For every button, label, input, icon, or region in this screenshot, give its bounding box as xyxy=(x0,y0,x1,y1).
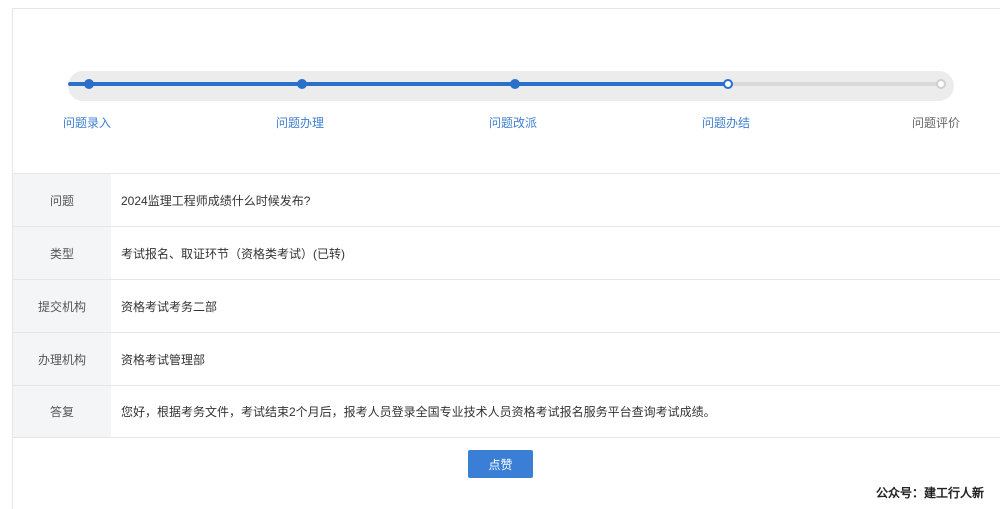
row-value-type: 考试报名、取证环节（资格类考试）(已转) xyxy=(121,246,345,261)
table-row: 办理机构 资格考试管理部 xyxy=(13,332,1000,385)
row-value-handler: 资格考试管理部 xyxy=(121,352,206,367)
step-label-handling: 问题办理 xyxy=(275,116,325,130)
progress-remaining xyxy=(731,82,944,86)
step-label-entry: 问题录入 xyxy=(62,116,112,130)
watermark-text: 公众号：建工行人新 xyxy=(876,486,985,500)
row-key-submitter: 提交机构 xyxy=(13,280,111,332)
question-detail-panel: 问题录入 问题办理 问题改派 问题办结 问题评价 问题 2024监理工程师成绩什… xyxy=(12,8,1000,509)
step-dot-handling xyxy=(297,79,307,89)
table-row: 问题 2024监理工程师成绩什么时候发布? xyxy=(13,173,1000,226)
step-dot-closed xyxy=(723,79,733,89)
step-label-closed: 问题办结 xyxy=(701,116,751,130)
like-button[interactable]: 点赞 xyxy=(468,450,533,478)
row-value-reply: 您好，根据考务文件，考试结束2个月后，报考人员登录全国专业技术人员资格考试报名服… xyxy=(121,405,716,419)
step-dot-evaluation xyxy=(936,79,946,89)
detail-table: 问题 2024监理工程师成绩什么时候发布? 类型 考试报名、取证环节（资格类考试… xyxy=(13,173,1000,438)
row-key-type: 类型 xyxy=(13,227,111,279)
table-row: 提交机构 资格考试考务二部 xyxy=(13,279,1000,332)
step-label-reassign: 问题改派 xyxy=(488,116,538,130)
row-key-question: 问题 xyxy=(13,174,111,226)
progress-fill xyxy=(68,82,731,86)
table-row: 答复 您好，根据考务文件，考试结束2个月后，报考人员登录全国专业技术人员资格考试… xyxy=(13,385,1000,438)
row-key-handler: 办理机构 xyxy=(13,333,111,385)
row-value-question: 2024监理工程师成绩什么时候发布? xyxy=(121,193,311,208)
table-row: 类型 考试报名、取证环节（资格类考试）(已转) xyxy=(13,226,1000,279)
row-value-submitter: 资格考试考务二部 xyxy=(121,299,218,314)
step-dot-reassign xyxy=(510,79,520,89)
row-key-reply: 答复 xyxy=(13,386,111,437)
progress-track xyxy=(68,71,954,101)
step-dot-entry xyxy=(84,79,94,89)
step-label-evaluation: 问题评价 xyxy=(911,116,961,130)
